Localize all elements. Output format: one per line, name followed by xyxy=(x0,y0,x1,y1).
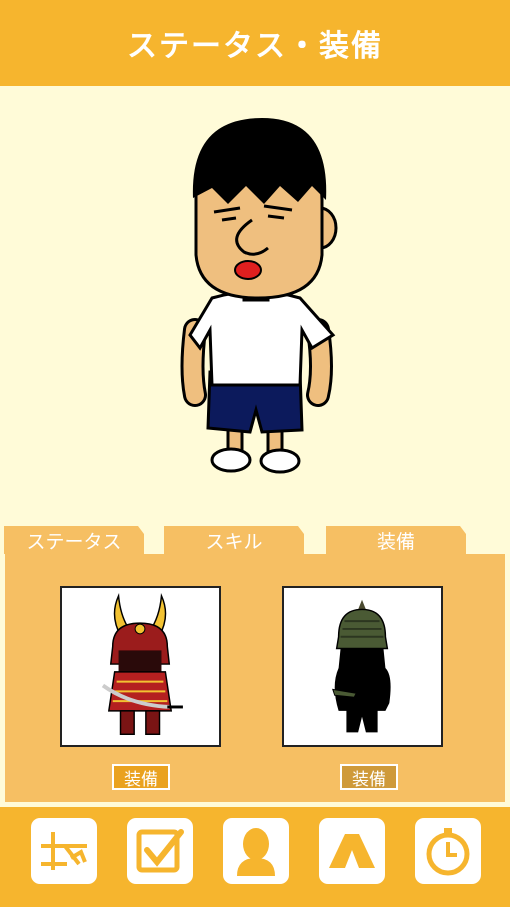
equipment-slot-knight[interactable] xyxy=(282,586,443,747)
nav-camp-button[interactable] xyxy=(319,818,385,884)
tab-equipment-label: 装備 xyxy=(376,530,415,553)
equip-button-knight[interactable]: 装備 xyxy=(340,764,398,790)
equipment-panel: 装備 装備 xyxy=(5,554,505,802)
dark-knight-silhouette-icon xyxy=(332,599,391,733)
nav-map-button[interactable] xyxy=(31,818,97,884)
map-icon xyxy=(41,832,87,870)
equipment-slot-samurai[interactable] xyxy=(60,586,221,747)
tent-icon xyxy=(329,834,375,868)
nav-status-button[interactable] xyxy=(223,818,289,884)
header-bar: ステータス・装備 xyxy=(0,0,510,86)
nav-quest-button[interactable] xyxy=(127,818,193,884)
tab-status[interactable]: ステータス xyxy=(4,526,144,554)
checklist-icon xyxy=(136,829,184,873)
character-icon xyxy=(237,828,275,876)
stopwatch-icon xyxy=(426,828,470,876)
character-stage xyxy=(0,86,510,526)
tab-equipment[interactable]: 装備 xyxy=(326,526,466,554)
tab-skill-label: スキル xyxy=(205,530,263,553)
page-title: ステータス・装備 xyxy=(127,29,383,64)
tab-skill[interactable]: スキル xyxy=(164,526,304,554)
equip-button-samurai[interactable]: 装備 xyxy=(112,764,170,790)
red-samurai-armor-icon xyxy=(101,592,183,736)
bottom-nav xyxy=(0,807,510,907)
tab-status-label: ステータス xyxy=(26,530,122,553)
player-character xyxy=(180,118,338,474)
nav-timer-button[interactable] xyxy=(415,818,481,884)
tab-bar: ステータス スキル 装備 xyxy=(0,526,510,556)
